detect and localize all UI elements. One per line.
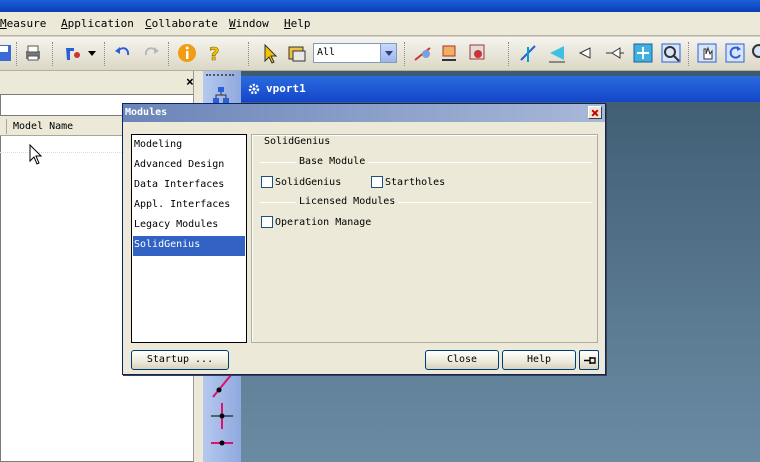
list-item-solidgenius[interactable]: SolidGenius (133, 236, 245, 256)
toolbar-separator (52, 42, 54, 66)
toolbar-separator (404, 42, 406, 66)
viewport-titlebar: vport1 (241, 76, 760, 102)
zoom-icon[interactable] (750, 42, 760, 64)
chevron-down-icon[interactable] (380, 44, 396, 62)
pan-icon[interactable] (696, 42, 718, 64)
list-item-appl-interfaces[interactable]: Appl. Interfaces (133, 196, 245, 216)
list-item-legacy-modules[interactable]: Legacy Modules (133, 216, 245, 236)
menu-window[interactable]: Window (229, 17, 269, 30)
list-item-modeling[interactable]: Modeling (133, 136, 245, 156)
rotate-icon[interactable] (724, 42, 746, 64)
window-title-strip (0, 0, 760, 12)
list-item-data-interfaces[interactable]: Data Interfaces (133, 176, 245, 196)
group-label-base-module: Base Module (296, 156, 369, 167)
align-icon[interactable] (546, 42, 568, 64)
undo-icon[interactable] (112, 42, 134, 64)
module-options-panel: SolidGenius Base Module SolidGenius Star… (251, 134, 598, 343)
toolbar-separator (248, 42, 250, 66)
main-toolbar: ? All (0, 37, 760, 71)
filter-icon[interactable] (286, 42, 308, 64)
tree-icon[interactable] (211, 85, 231, 105)
solidgenius-checkbox[interactable] (261, 176, 273, 188)
column-divider[interactable] (6, 119, 7, 134)
info-icon[interactable] (176, 42, 198, 64)
print-icon[interactable] (22, 42, 44, 64)
panel-title: SolidGenius (264, 136, 331, 147)
pin-icon (584, 357, 596, 364)
toolbar-separator (104, 42, 106, 66)
mouse-cursor-icon (29, 144, 43, 165)
startholes-checkbox[interactable] (371, 176, 383, 188)
horizontal-line-icon[interactable] (209, 433, 235, 461)
group-label-licensed-modules: Licensed Modules (296, 196, 399, 207)
tools-icon[interactable] (62, 42, 84, 64)
pin-button[interactable] (579, 350, 599, 370)
checkbox-label[interactable]: SolidGenius (275, 177, 341, 188)
close-icon[interactable] (588, 106, 602, 119)
menu-help[interactable]: Help (284, 17, 311, 30)
module-category-list: Modeling Advanced Design Data Interfaces… (131, 134, 247, 343)
dialog-title: Modules (125, 107, 168, 118)
modules-dialog: Modules Modeling Advanced Design Data In… (122, 103, 606, 375)
toolbar-separator (508, 42, 510, 66)
section-icon[interactable] (518, 42, 540, 64)
close-button[interactable]: Close (425, 350, 499, 370)
help-icon[interactable]: ? (204, 42, 226, 64)
help-button[interactable]: Help (502, 350, 576, 370)
checkbox-label[interactable]: Operation Manage (275, 217, 371, 228)
select-arrow-icon[interactable] (258, 42, 280, 64)
dialog-titlebar[interactable]: Modules (123, 104, 605, 122)
save-icon[interactable] (0, 42, 14, 64)
menu-measure[interactable]: Measure (0, 17, 46, 30)
filter-select[interactable]: All (313, 43, 397, 63)
paint-icon[interactable] (466, 42, 488, 64)
toolstrip-grip[interactable] (206, 74, 234, 82)
checkbox-label[interactable]: Startholes (385, 177, 445, 188)
menu-collaborate[interactable]: Collaborate (145, 17, 218, 30)
operation-manage-checkbox[interactable] (261, 216, 273, 228)
line-tool-icon[interactable] (209, 371, 235, 401)
toolbar-separator (16, 42, 18, 66)
menu-application[interactable]: Application (61, 17, 134, 30)
svg-text:?: ? (209, 44, 219, 64)
startup-button[interactable]: Startup ... (131, 350, 229, 370)
list-item-advanced-design[interactable]: Advanced Design (133, 156, 245, 176)
chevron-down-icon[interactable] (88, 51, 96, 57)
measure-icon[interactable] (412, 42, 434, 64)
align-left-icon[interactable] (574, 42, 596, 64)
viewport-title: vport1 (266, 82, 306, 95)
toolbar-separator (688, 42, 690, 66)
zoom-window-icon[interactable] (660, 42, 682, 64)
gear-icon[interactable] (247, 82, 261, 96)
redo-icon[interactable] (140, 42, 162, 64)
column-header-model-name[interactable]: Model Name (13, 121, 73, 132)
transform-icon[interactable] (438, 42, 460, 64)
toolbar-separator (168, 42, 170, 66)
align-center-icon[interactable] (604, 42, 626, 64)
menu-bar: Measure Application Collaborate Window H… (0, 12, 760, 36)
fit-view-icon[interactable] (632, 42, 654, 64)
point-tool-icon[interactable] (209, 401, 235, 431)
